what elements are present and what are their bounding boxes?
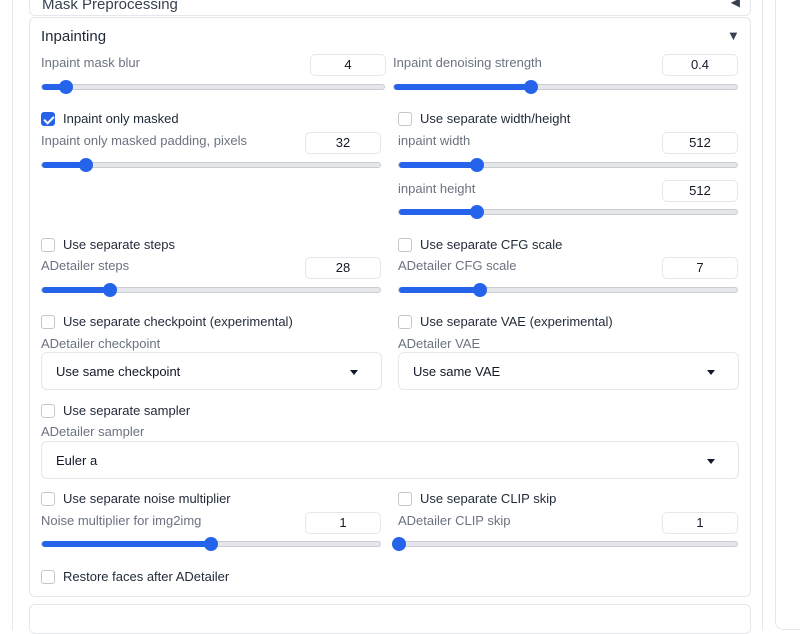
- panel-title: Inpainting: [41, 28, 107, 45]
- checkbox-box[interactable]: [41, 237, 55, 252]
- only-masked-padding-input[interactable]: 32: [305, 132, 381, 154]
- slider-thumb[interactable]: [392, 537, 406, 551]
- slider-thumb[interactable]: [58, 80, 73, 94]
- inpainting-panel: [29, 17, 751, 597]
- inpaint-height-label: inpaint height: [398, 181, 476, 196]
- adetailer-cfg-label: ADetailer CFG scale: [398, 258, 517, 273]
- next-panel: [29, 604, 751, 634]
- checkbox-label: Restore faces after ADetailer: [63, 569, 230, 584]
- checkbox-box[interactable]: [398, 111, 412, 126]
- dropdown-value: Use same VAE: [413, 364, 501, 379]
- adetailer-checkpoint-label: ADetailer checkpoint: [41, 336, 161, 351]
- adetailer-steps-label: ADetailer steps: [41, 258, 130, 273]
- inpaint-height-slider[interactable]: [398, 205, 738, 219]
- checkbox-box[interactable]: [398, 314, 412, 329]
- slider-fill: [399, 162, 477, 168]
- accordion-title: Mask Preprocessing: [42, 0, 178, 13]
- dropdown-arrow-icon: [350, 370, 358, 375]
- adetailer-cfg-slider[interactable]: [398, 283, 738, 297]
- page-border-right: [762, 0, 763, 630]
- sampler-dropdown[interactable]: Euler a: [41, 441, 739, 479]
- checkbox-label: Use separate CFG scale: [420, 237, 563, 252]
- checkbox-box[interactable]: [41, 569, 55, 584]
- adetailer-cfg-input[interactable]: 7: [662, 257, 738, 279]
- dropdown-arrow-icon: [707, 459, 715, 464]
- mask-preprocessing-accordion[interactable]: Mask Preprocessing ◀: [29, 0, 751, 16]
- separate-sampler-checkbox[interactable]: Use separate sampler: [41, 403, 190, 418]
- checkbox-box[interactable]: [398, 491, 412, 506]
- dropdown-value: Use same checkpoint: [56, 364, 181, 379]
- adetailer-steps-input[interactable]: 28: [305, 257, 381, 279]
- checkbox-box[interactable]: [41, 314, 55, 329]
- checkbox-box[interactable]: [41, 111, 55, 126]
- denoising-input[interactable]: 0.4: [662, 54, 738, 76]
- noise-multiplier-slider[interactable]: [41, 537, 381, 551]
- slider-thumb[interactable]: [469, 205, 484, 219]
- slider-thumb[interactable]: [102, 283, 117, 297]
- page-border-left: [12, 0, 13, 630]
- mask-blur-input[interactable]: 4: [310, 54, 386, 76]
- slider-thumb[interactable]: [78, 158, 93, 172]
- separate-clip-skip-checkbox[interactable]: Use separate CLIP skip: [398, 491, 556, 506]
- checkbox-box[interactable]: [41, 403, 55, 418]
- checkbox-label: Use separate VAE (experimental): [420, 314, 613, 329]
- only-masked-padding-slider[interactable]: [41, 158, 381, 172]
- separate-noise-checkbox[interactable]: Use separate noise multiplier: [41, 491, 231, 506]
- clip-skip-label: ADetailer CLIP skip: [398, 513, 511, 528]
- inpaint-width-label: inpaint width: [398, 133, 471, 148]
- slider-fill: [394, 84, 532, 90]
- adetailer-sampler-label: ADetailer sampler: [41, 424, 145, 439]
- slider-thumb[interactable]: [469, 158, 484, 172]
- checkpoint-dropdown[interactable]: Use same checkpoint: [41, 352, 382, 390]
- slider-fill: [399, 287, 481, 293]
- dropdown-value: Euler a: [56, 453, 98, 468]
- inpaint-width-input[interactable]: 512: [662, 132, 738, 154]
- checkbox-label: Use separate steps: [63, 237, 176, 252]
- inpaint-only-masked-checkbox[interactable]: Inpaint only masked: [41, 111, 179, 126]
- clip-skip-input[interactable]: 1: [662, 512, 738, 534]
- adetailer-steps-slider[interactable]: [41, 283, 381, 297]
- checkbox-label: Use separate sampler: [63, 403, 191, 418]
- slider-fill: [42, 541, 211, 547]
- slider-thumb[interactable]: [204, 537, 218, 551]
- separate-checkpoint-checkbox[interactable]: Use separate checkpoint (experimental): [41, 314, 293, 329]
- checkbox-label: Inpaint only masked: [63, 111, 179, 126]
- collapse-caret-icon[interactable]: ▼: [727, 28, 740, 43]
- mask-blur-slider[interactable]: [41, 80, 385, 94]
- separate-steps-checkbox[interactable]: Use separate steps: [41, 237, 175, 252]
- slider-fill: [399, 209, 477, 215]
- noise-multiplier-input[interactable]: 1: [305, 512, 381, 534]
- only-masked-padding-label: Inpaint only masked padding, pixels: [41, 133, 247, 148]
- denoising-slider[interactable]: [393, 80, 738, 94]
- checkbox-label: Use separate checkpoint (experimental): [63, 314, 293, 329]
- clip-skip-slider[interactable]: [392, 537, 738, 551]
- separate-width-height-checkbox[interactable]: Use separate width/height: [398, 111, 570, 126]
- inpaint-width-slider[interactable]: [398, 158, 738, 172]
- dropdown-arrow-icon: [707, 370, 715, 375]
- denoising-label: Inpaint denoising strength: [393, 55, 542, 70]
- restore-faces-checkbox[interactable]: Restore faces after ADetailer: [41, 569, 229, 584]
- side-card: [775, 0, 800, 630]
- vae-dropdown[interactable]: Use same VAE: [398, 352, 739, 390]
- mask-blur-label: Inpaint mask blur: [41, 55, 140, 70]
- checkbox-label: Use separate noise multiplier: [63, 491, 231, 506]
- checkbox-box[interactable]: [398, 237, 412, 252]
- slider-thumb[interactable]: [473, 283, 488, 297]
- adetailer-vae-label: ADetailer VAE: [398, 336, 481, 351]
- separate-cfg-checkbox[interactable]: Use separate CFG scale: [398, 237, 562, 252]
- caret-icon: ◀: [730, 0, 740, 9]
- checkbox-label: Use separate width/height: [420, 111, 571, 126]
- separate-vae-checkbox[interactable]: Use separate VAE (experimental): [398, 314, 613, 329]
- checkbox-label: Use separate CLIP skip: [420, 491, 557, 506]
- noise-multiplier-label: Noise multiplier for img2img: [41, 513, 202, 528]
- slider-fill: [42, 287, 110, 293]
- checkbox-box[interactable]: [41, 491, 55, 506]
- inpaint-height-input[interactable]: 512: [662, 180, 738, 202]
